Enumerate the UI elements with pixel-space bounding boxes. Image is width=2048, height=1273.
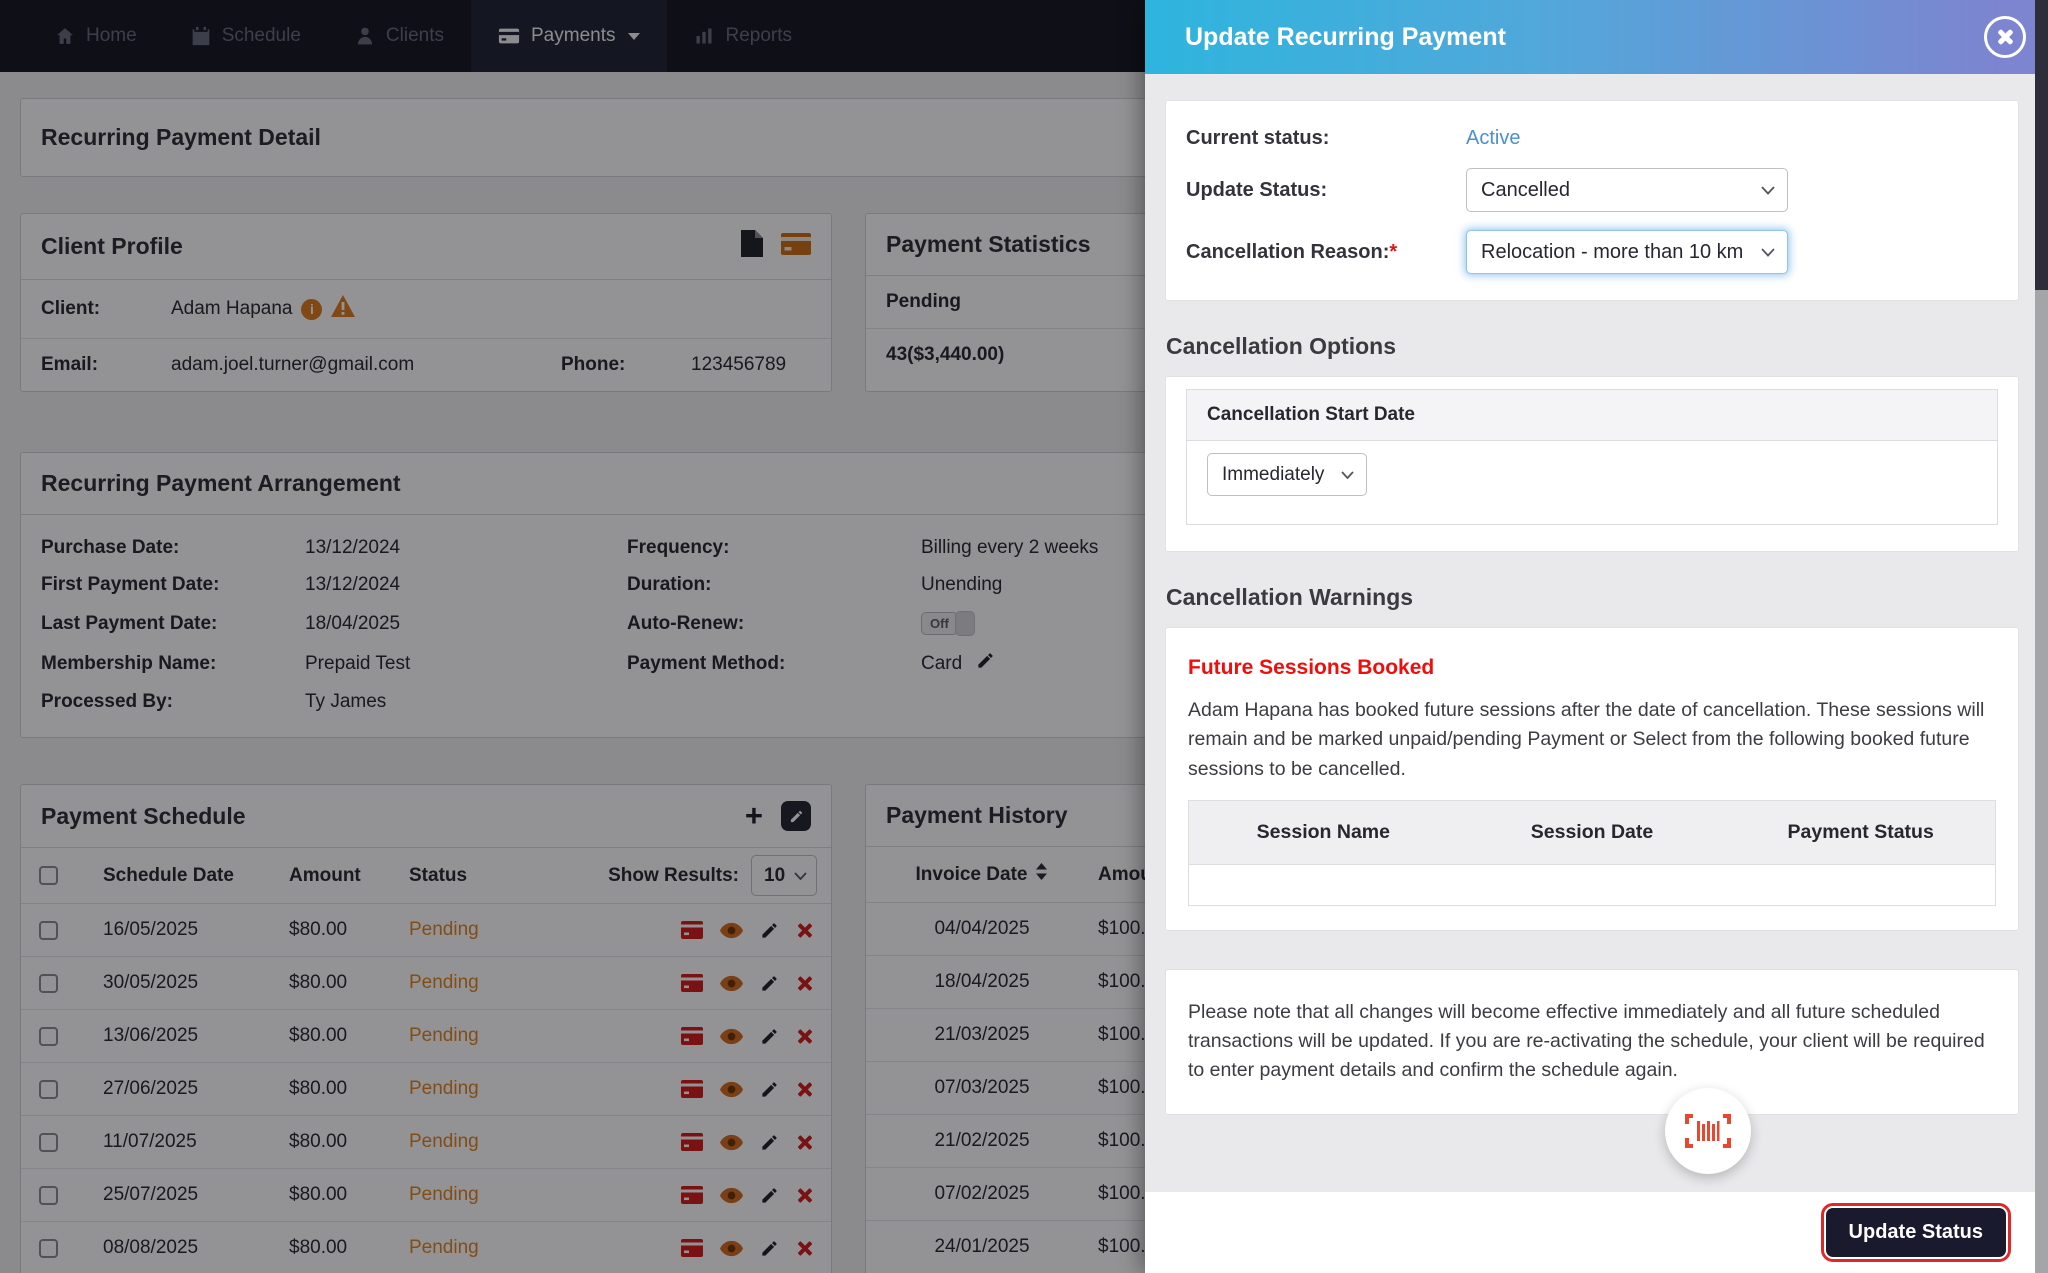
update-status-label: Update Status: bbox=[1186, 178, 1328, 201]
col-session-name: Session Name bbox=[1256, 820, 1390, 843]
start-date-select[interactable]: Immediately bbox=[1207, 453, 1367, 496]
update-status-select[interactable]: Cancelled bbox=[1466, 168, 1788, 212]
chevron-down-icon bbox=[1341, 470, 1354, 479]
recurring-payment-page: Home Schedule Clients Payments Reports R… bbox=[0, 0, 2048, 1273]
scrollbar-thumb[interactable] bbox=[2035, 0, 2048, 290]
modal-scrollbar[interactable] bbox=[2035, 0, 2048, 1273]
cancellation-options-heading: Cancellation Options bbox=[1166, 333, 1397, 359]
modal-footer: Update Status bbox=[1145, 1192, 2048, 1273]
col-session-date: Session Date bbox=[1530, 820, 1654, 843]
required-mark: * bbox=[1389, 240, 1398, 263]
modal-title: Update Recurring Payment bbox=[1185, 22, 1506, 51]
status-section: Current status: Active Update Status: Ca… bbox=[1165, 100, 2019, 301]
modal-body: Current status: Active Update Status: Ca… bbox=[1145, 74, 2048, 1192]
col-payment-status: Payment Status bbox=[1787, 820, 1934, 843]
cancellation-reason-label: Cancellation Reason:* bbox=[1186, 240, 1398, 263]
cancellation-reason-value: Relocation - more than 10 km bbox=[1481, 240, 1744, 263]
update-status-button[interactable]: Update Status bbox=[1820, 1203, 2012, 1262]
cancellation-reason-select[interactable]: Relocation - more than 10 km bbox=[1466, 230, 1788, 274]
start-date-value: Immediately bbox=[1222, 463, 1325, 485]
current-status-label: Current status: bbox=[1186, 127, 1330, 149]
barcode-loader-icon bbox=[1665, 1088, 1751, 1174]
start-date-label: Cancellation Start Date bbox=[1187, 390, 1997, 441]
sessions-empty-row bbox=[1189, 864, 1995, 905]
note-card: Please note that all changes will become… bbox=[1165, 968, 2019, 1115]
modal-header: Update Recurring Payment bbox=[1145, 0, 2048, 74]
current-status-value: Active bbox=[1466, 127, 1521, 149]
update-recurring-payment-modal: Update Recurring Payment Current status:… bbox=[1145, 0, 2048, 1273]
cancellation-options-card: Cancellation Start Date Immediately bbox=[1165, 376, 2019, 552]
chevron-down-icon bbox=[1761, 185, 1775, 195]
update-status-value: Cancelled bbox=[1481, 178, 1570, 201]
cancellation-warnings-card: Future Sessions Booked Adam Hapana has b… bbox=[1165, 627, 2019, 931]
sessions-table: Session Name Session Date Payment Status bbox=[1188, 799, 1996, 906]
close-icon[interactable] bbox=[1984, 16, 2026, 58]
future-sessions-text: Adam Hapana has booked future sessions a… bbox=[1188, 699, 1985, 780]
chevron-down-icon bbox=[1761, 247, 1775, 257]
future-sessions-title: Future Sessions Booked bbox=[1188, 656, 1435, 679]
cancellation-warnings-heading: Cancellation Warnings bbox=[1166, 584, 1414, 610]
